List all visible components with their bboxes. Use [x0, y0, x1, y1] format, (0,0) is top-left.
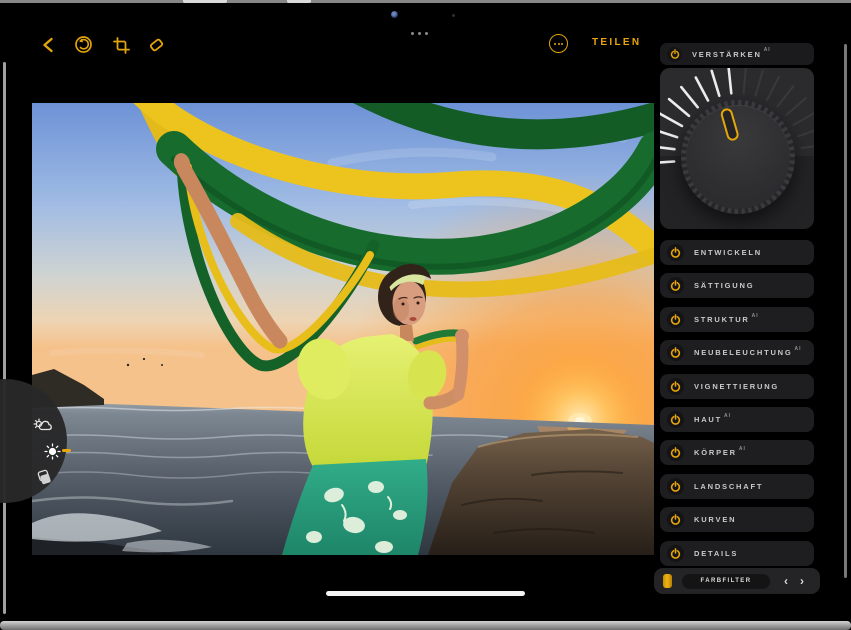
- ai-badge: AI: [764, 47, 771, 53]
- power-toggle-icon[interactable]: [667, 478, 684, 495]
- adjustment-row-haut[interactable]: HAUTAI: [660, 407, 814, 432]
- adjustment-label: KURVEN: [694, 515, 736, 524]
- enhance-header[interactable]: VERSTÄRKEN AI: [660, 43, 814, 65]
- photo-scene: [32, 103, 654, 555]
- adjustment-label: STRUKTUR: [694, 315, 750, 324]
- more-options-button[interactable]: [549, 34, 568, 53]
- adjustment-row-struktur[interactable]: STRUKTURAI: [660, 307, 814, 332]
- undo-icon[interactable]: [74, 35, 93, 54]
- photo-canvas[interactable]: [32, 103, 654, 555]
- adjustment-row-kurven[interactable]: KURVEN: [660, 507, 814, 532]
- adjustment-row-landschaft[interactable]: LANDSCHAFT: [660, 474, 814, 499]
- adjustment-label: VIGNETTIERUNG: [694, 382, 779, 391]
- device-button: [183, 0, 227, 3]
- sun-cloud-icon[interactable]: [33, 418, 52, 433]
- next-filter-button[interactable]: ›: [800, 575, 804, 587]
- power-toggle-icon[interactable]: [667, 344, 684, 361]
- brightness-icon[interactable]: [44, 443, 61, 460]
- power-toggle-icon[interactable]: [667, 444, 684, 461]
- eraser-icon[interactable]: [147, 36, 165, 53]
- color-filter-icon[interactable]: [663, 574, 672, 588]
- power-toggle-icon[interactable]: [667, 511, 684, 528]
- ipad-photo-editor: TEILEN: [0, 0, 851, 630]
- adjustment-row-entwickeln[interactable]: ENTWICKELN: [660, 240, 814, 265]
- adjustment-label: HAUT: [694, 415, 722, 424]
- adjustment-label: KÖRPER: [694, 448, 737, 457]
- enhance-dial-panel[interactable]: [660, 68, 814, 229]
- enhance-dial-knob[interactable]: [681, 100, 795, 214]
- crop-icon[interactable]: [113, 37, 130, 54]
- adjustment-label: ENTWICKELN: [694, 248, 762, 257]
- ai-badge: AI: [795, 346, 802, 352]
- device-button: [287, 0, 311, 3]
- power-toggle-icon[interactable]: [667, 277, 684, 294]
- adjustment-row-saettigung[interactable]: SÄTTIGUNG: [660, 273, 814, 298]
- multitask-indicator[interactable]: [411, 32, 428, 35]
- device-left-edge: [3, 62, 6, 614]
- power-toggle-icon[interactable]: [667, 411, 684, 428]
- adjustment-label: SÄTTIGUNG: [694, 281, 754, 290]
- power-toggle-icon[interactable]: [667, 311, 684, 328]
- adjustment-label: DETAILS: [694, 549, 738, 558]
- enhance-label: VERSTÄRKEN: [692, 50, 762, 59]
- device-right-edge: [844, 44, 847, 578]
- wheel-selection-indicator: [62, 449, 71, 452]
- prev-filter-button[interactable]: ‹: [784, 575, 788, 587]
- adjustment-row-koerper[interactable]: KÖRPERAI: [660, 440, 814, 465]
- power-toggle-icon[interactable]: [667, 378, 684, 395]
- ai-badge: AI: [739, 446, 746, 452]
- power-toggle-icon[interactable]: [667, 545, 684, 562]
- ai-badge: AI: [724, 413, 731, 419]
- farbfilter-label: FARBFILTER: [701, 578, 752, 584]
- sensor-dot: [452, 14, 455, 17]
- power-toggle-icon[interactable]: [667, 47, 682, 62]
- adjustment-row-details[interactable]: DETAILS: [660, 541, 814, 566]
- share-button[interactable]: TEILEN: [592, 37, 641, 48]
- device-top-edge: [0, 0, 851, 3]
- filters-icon[interactable]: [35, 469, 53, 486]
- knob-face: [686, 105, 790, 209]
- filter-footer-bar: FARBFILTER ‹ ›: [654, 568, 820, 594]
- front-camera: [391, 11, 398, 18]
- ai-badge: AI: [752, 313, 759, 319]
- power-toggle-icon[interactable]: [667, 244, 684, 261]
- adjustment-label: LANDSCHAFT: [694, 482, 763, 491]
- device-bottom-edge: [0, 621, 851, 630]
- adjustment-label: NEUBELEUCHTUNG: [694, 348, 793, 357]
- adjustment-row-vignettierung[interactable]: VIGNETTIERUNG: [660, 374, 814, 399]
- farbfilter-button[interactable]: FARBFILTER: [682, 574, 770, 589]
- adjustment-row-neubeleuchtung[interactable]: NEUBELEUCHTUNGAI: [660, 340, 814, 365]
- home-indicator[interactable]: [326, 591, 525, 596]
- back-icon[interactable]: [41, 37, 55, 53]
